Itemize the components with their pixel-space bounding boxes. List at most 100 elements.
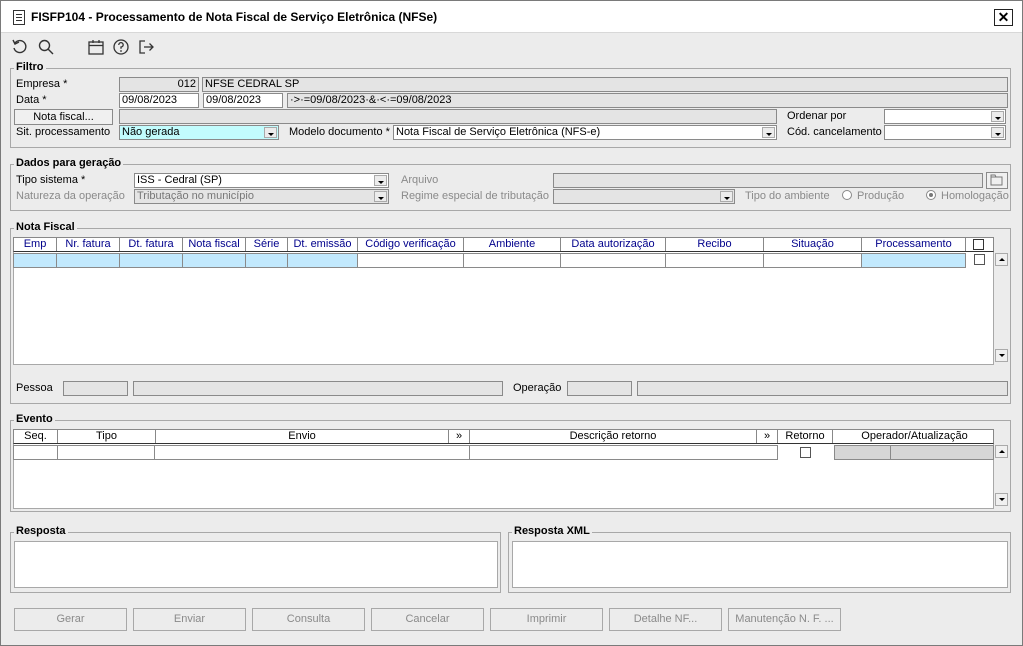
empresa-label: Empresa * [16, 78, 68, 90]
consulta-button[interactable]: Consulta [252, 608, 365, 631]
pessoa-label: Pessoa [16, 382, 53, 394]
natureza-operacao-label: Natureza da operação [16, 190, 125, 202]
homologacao-label: Homologação [941, 190, 1009, 202]
evento-cell-tipo[interactable] [57, 445, 155, 460]
col-operador-atualizacao[interactable]: Operador/Atualização [833, 430, 996, 443]
scroll-down-icon[interactable] [995, 493, 1008, 506]
resposta-xml-title: Resposta XML [512, 525, 592, 537]
nota-cell-dt-emissao[interactable] [287, 253, 358, 268]
operacao-name-field [637, 381, 1008, 396]
modelo-documento-value: Nota Fiscal de Serviço Eletrônica (NFS-e… [396, 126, 601, 138]
producao-label: Produção [857, 190, 905, 202]
nota-cell-nota-fiscal[interactable] [182, 253, 246, 268]
tipo-sistema-select[interactable]: ISS - Cedral (SP) [134, 173, 389, 188]
operacao-label: Operação [513, 382, 562, 394]
col-tipo[interactable]: Tipo [58, 430, 156, 443]
help-icon[interactable] [112, 38, 132, 58]
select-all-checkbox[interactable] [973, 239, 984, 250]
col-serie[interactable]: Série [246, 238, 288, 251]
producao-radio[interactable] [842, 190, 852, 200]
nota-cell-processamento[interactable] [861, 253, 966, 268]
chevron-down-icon[interactable] [991, 127, 1004, 138]
nota-cell-serie[interactable] [245, 253, 288, 268]
enviar-button[interactable]: Enviar [133, 608, 246, 631]
col-dt-emissao[interactable]: Dt. emissão [288, 238, 358, 251]
col-nota-fiscal[interactable]: Nota fiscal [183, 238, 246, 251]
nota-cell-data-autorizacao[interactable] [560, 253, 666, 268]
gerar-button[interactable]: Gerar [14, 608, 127, 631]
dados-geracao-title: Dados para geração [14, 157, 124, 169]
nota-cell-ambiente[interactable] [463, 253, 561, 268]
col-nr-fatura[interactable]: Nr. fatura [57, 238, 120, 251]
col-data-autorizacao[interactable]: Data autorização [561, 238, 666, 251]
chevron-down-icon[interactable] [762, 127, 775, 138]
cod-cancelamento-select[interactable] [884, 125, 1006, 140]
nota-cell-emp[interactable] [13, 253, 57, 268]
exit-icon[interactable] [137, 38, 157, 58]
cancelar-button[interactable]: Cancelar [371, 608, 484, 631]
manutencao-nf-button[interactable]: Manutenção N. F. ... [728, 608, 841, 631]
chevron-down-icon[interactable] [264, 127, 277, 138]
col-ambiente[interactable]: Ambiente [464, 238, 561, 251]
chevron-down-icon[interactable] [991, 111, 1004, 122]
undo-icon[interactable] [11, 38, 31, 58]
arquivo-field [553, 173, 983, 188]
sit-processamento-select[interactable]: Não gerada [119, 125, 279, 140]
expand-envio-icon[interactable]: » [449, 430, 470, 443]
col-retorno[interactable]: Retorno [778, 430, 833, 443]
col-descricao-retorno[interactable]: Descrição retorno [470, 430, 757, 443]
tipo-sistema-label: Tipo sistema * [16, 174, 86, 186]
select-all-header[interactable] [966, 238, 993, 251]
folder-browse-icon[interactable] [986, 172, 1008, 189]
scroll-up-icon[interactable] [995, 253, 1008, 266]
imprimir-button[interactable]: Imprimir [490, 608, 603, 631]
resposta-textarea[interactable] [14, 541, 498, 588]
sit-processamento-value: Não gerada [122, 126, 180, 138]
col-codigo-verificacao[interactable]: Código verificação [358, 238, 464, 251]
col-dt-fatura[interactable]: Dt. fatura [120, 238, 183, 251]
col-seq[interactable]: Seq. [14, 430, 58, 443]
evento-title: Evento [14, 413, 55, 425]
detalhe-nf-button[interactable]: Detalhe NF... [609, 608, 722, 631]
data-to-field[interactable]: 09/08/2023 [203, 93, 283, 108]
document-icon [13, 10, 25, 25]
resposta-xml-textarea[interactable] [512, 541, 1008, 588]
window-title: FISFP104 - Processamento de Nota Fiscal … [31, 10, 438, 24]
chevron-down-icon [374, 191, 387, 202]
toolbar [1, 34, 1022, 62]
nota-cell-codigo-verificacao[interactable] [357, 253, 464, 268]
scroll-up-icon[interactable] [995, 445, 1008, 458]
nota-cell-dt-fatura[interactable] [119, 253, 183, 268]
modelo-documento-select[interactable]: Nota Fiscal de Serviço Eletrônica (NFS-e… [393, 125, 777, 140]
modelo-documento-label: Modelo documento * [289, 126, 390, 138]
title-bar: FISFP104 - Processamento de Nota Fiscal … [1, 1, 1022, 33]
regime-especial-label: Regime especial de tributação [401, 190, 549, 202]
data-from-field[interactable]: 09/08/2023 [119, 93, 199, 108]
nota-fiscal-button[interactable]: Nota fiscal... [14, 109, 113, 125]
chevron-down-icon[interactable] [374, 175, 387, 186]
data-expression-field: ·>·=09/08/2023·&·<·=09/08/2023 [287, 93, 1008, 108]
scroll-down-icon[interactable] [995, 349, 1008, 362]
col-recibo[interactable]: Recibo [666, 238, 764, 251]
evento-retorno-checkbox[interactable] [800, 447, 811, 458]
pessoa-name-field [133, 381, 503, 396]
col-emp[interactable]: Emp [14, 238, 57, 251]
nota-cell-recibo[interactable] [665, 253, 764, 268]
nota-row-checkbox[interactable] [974, 254, 985, 265]
nota-cell-situacao[interactable] [763, 253, 862, 268]
expand-descricao-icon[interactable]: » [757, 430, 778, 443]
close-button[interactable]: ✕ [994, 9, 1013, 26]
nota-cell-nr-fatura[interactable] [56, 253, 120, 268]
col-situacao[interactable]: Situação [764, 238, 862, 251]
col-processamento[interactable]: Processamento [862, 238, 966, 251]
col-envio[interactable]: Envio [156, 430, 449, 443]
search-icon[interactable] [37, 38, 57, 58]
evento-grid-header: Seq. Tipo Envio » Descrição retorno » Re… [13, 429, 994, 444]
ordenar-select[interactable] [884, 109, 1006, 124]
evento-cell-envio[interactable] [154, 445, 470, 460]
empresa-code-field[interactable]: 012 [119, 77, 199, 92]
evento-cell-seq[interactable] [13, 445, 58, 460]
evento-cell-descricao-retorno[interactable] [469, 445, 778, 460]
homologacao-radio[interactable] [926, 190, 936, 200]
calendar-icon[interactable] [87, 38, 107, 58]
